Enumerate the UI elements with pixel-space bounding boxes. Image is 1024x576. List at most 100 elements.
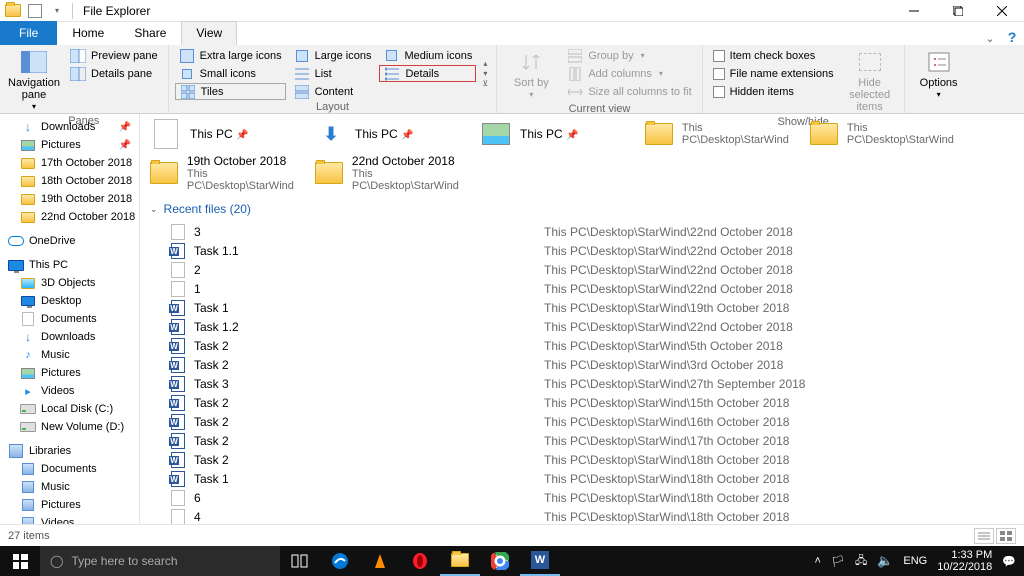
- item-checkboxes-toggle[interactable]: Item check boxes: [709, 47, 838, 64]
- frequent-item[interactable]: 22nd October 2018This PC\Desktop\StarWin…: [315, 154, 470, 192]
- recent-file-row[interactable]: Task 3This PC\Desktop\StarWind\27th Sept…: [140, 374, 1024, 393]
- preview-pane-button[interactable]: Preview pane: [66, 47, 162, 64]
- start-button[interactable]: [0, 546, 40, 576]
- tab-view[interactable]: View: [181, 21, 237, 45]
- recent-file-row[interactable]: 6This PC\Desktop\StarWind\18th October 2…: [140, 488, 1024, 507]
- sidebar-item[interactable]: Documents: [0, 460, 139, 478]
- tray-volume-icon[interactable]: 🔈: [877, 553, 893, 569]
- sidebar-item[interactable]: 22nd October 2018: [0, 208, 139, 226]
- recent-file-row[interactable]: Task 2This PC\Desktop\StarWind\17th Octo…: [140, 431, 1024, 450]
- details-button[interactable]: Details: [379, 65, 476, 82]
- sidebar-item[interactable]: ↓Downloads: [0, 328, 139, 346]
- file-extensions-toggle[interactable]: File name extensions: [709, 65, 838, 82]
- large-icons-button[interactable]: Large icons: [290, 47, 376, 64]
- small-icons-button[interactable]: Small icons: [175, 65, 286, 82]
- layout-scroll-up[interactable]: ▴: [480, 59, 490, 68]
- details-view-switch[interactable]: [974, 528, 994, 544]
- tray-warning-icon[interactable]: 🏳: [831, 555, 845, 568]
- layout-scroll-down[interactable]: ▾: [480, 69, 490, 78]
- sidebar-item[interactable]: Pictures📌: [0, 136, 139, 154]
- add-columns-button[interactable]: Add columns▾: [563, 65, 695, 82]
- taskbar-search[interactable]: ◯ Type here to search: [40, 546, 280, 576]
- group-by-button[interactable]: Group by▾: [563, 47, 695, 64]
- recent-file-row[interactable]: 3This PC\Desktop\StarWind\22nd October 2…: [140, 222, 1024, 241]
- sidebar-item[interactable]: ♪Music: [0, 346, 139, 364]
- recent-file-row[interactable]: Task 1.2This PC\Desktop\StarWind\22nd Oc…: [140, 317, 1024, 336]
- recent-file-row[interactable]: 2This PC\Desktop\StarWind\22nd October 2…: [140, 260, 1024, 279]
- qat-dropdown[interactable]: ▾: [46, 0, 68, 22]
- sidebar-item[interactable]: ↓Downloads📌: [0, 118, 139, 136]
- recent-file-row[interactable]: Task 1This PC\Desktop\StarWind\18th Octo…: [140, 469, 1024, 488]
- details-pane-button[interactable]: Details pane: [66, 65, 162, 82]
- recent-files-header[interactable]: ⌄ Recent files (20): [140, 196, 1024, 222]
- list-button[interactable]: List: [290, 65, 376, 82]
- taskbar-app-vlc[interactable]: [360, 546, 400, 576]
- thumbnails-view-switch[interactable]: [996, 528, 1016, 544]
- task-view-button[interactable]: [280, 546, 320, 576]
- tray-network-icon[interactable]: 🖧: [855, 552, 867, 571]
- tray-chevron-icon[interactable]: ˄: [815, 555, 821, 567]
- sidebar-onedrive[interactable]: OneDrive: [0, 232, 139, 250]
- frequent-item[interactable]: This PC 📌: [480, 118, 635, 150]
- sidebar-libraries[interactable]: Libraries: [0, 442, 139, 460]
- taskbar-app-edge[interactable]: [320, 546, 360, 576]
- hidden-items-toggle[interactable]: Hidden items: [709, 83, 838, 100]
- recent-file-row[interactable]: 4This PC\Desktop\StarWind\18th October 2…: [140, 507, 1024, 524]
- sidebar-item[interactable]: Documents: [0, 310, 139, 328]
- sidebar-item[interactable]: Videos: [0, 514, 139, 524]
- recent-file-row[interactable]: Task 2This PC\Desktop\StarWind\16th Octo…: [140, 412, 1024, 431]
- help-icon[interactable]: ?: [1000, 29, 1024, 45]
- sidebar-item[interactable]: New Volume (D:): [0, 418, 139, 436]
- layout-more[interactable]: ⊻: [480, 79, 490, 88]
- hide-selected-button[interactable]: Hide selected items: [842, 47, 898, 115]
- sidebar-item[interactable]: 17th October 2018: [0, 154, 139, 172]
- content-button[interactable]: Content: [290, 83, 376, 100]
- options-button[interactable]: Options▾: [911, 47, 967, 102]
- frequent-item[interactable]: 19th October 2018This PC\Desktop\StarWin…: [150, 154, 305, 192]
- tiles-button[interactable]: Tiles: [175, 83, 286, 100]
- tray-notifications-icon[interactable]: 💬: [1002, 555, 1016, 568]
- recent-file-row[interactable]: Task 1This PC\Desktop\StarWind\19th Octo…: [140, 298, 1024, 317]
- recent-file-row[interactable]: 1This PC\Desktop\StarWind\22nd October 2…: [140, 279, 1024, 298]
- recent-file-row[interactable]: Task 1.1This PC\Desktop\StarWind\22nd Oc…: [140, 241, 1024, 260]
- tab-share[interactable]: Share: [119, 21, 181, 45]
- qat-item[interactable]: [24, 0, 46, 22]
- recent-file-row[interactable]: Task 2This PC\Desktop\StarWind\18th Octo…: [140, 450, 1024, 469]
- ribbon-collapse-icon[interactable]: ⌄: [980, 32, 1000, 45]
- taskbar-app-chrome[interactable]: [480, 546, 520, 576]
- close-button[interactable]: [980, 0, 1024, 22]
- sidebar-item[interactable]: Pictures: [0, 364, 139, 382]
- file-icon: [170, 263, 186, 277]
- sidebar-item[interactable]: Music: [0, 478, 139, 496]
- sidebar-item[interactable]: Pictures: [0, 496, 139, 514]
- size-columns-button[interactable]: Size all columns to fit: [563, 83, 695, 100]
- frequent-item[interactable]: ⬇This PC 📌: [315, 118, 470, 150]
- sidebar-item[interactable]: 3D Objects: [0, 274, 139, 292]
- tray-language[interactable]: ENG: [903, 555, 927, 567]
- recent-file-row[interactable]: Task 2This PC\Desktop\StarWind\5th Octob…: [140, 336, 1024, 355]
- frequent-item[interactable]: This PC\Desktop\StarWind: [645, 118, 800, 150]
- taskbar-app-opera[interactable]: [400, 546, 440, 576]
- sidebar-this-pc[interactable]: This PC: [0, 256, 139, 274]
- recent-file-row[interactable]: Task 2This PC\Desktop\StarWind\3rd Octob…: [140, 355, 1024, 374]
- minimize-button[interactable]: [892, 0, 936, 22]
- taskbar-app-explorer[interactable]: [440, 546, 480, 576]
- frequent-item[interactable]: This PC 📌: [150, 118, 305, 150]
- extra-large-icons-button[interactable]: Extra large icons: [175, 47, 286, 64]
- sidebar-item[interactable]: Local Disk (C:): [0, 400, 139, 418]
- tray-clock[interactable]: 1:33 PM 10/22/2018: [937, 549, 992, 573]
- tab-file[interactable]: File: [0, 21, 57, 45]
- app-icon[interactable]: [2, 0, 24, 22]
- sidebar-item[interactable]: 19th October 2018: [0, 190, 139, 208]
- frequent-item[interactable]: This PC\Desktop\StarWind: [810, 118, 965, 150]
- taskbar-app-word[interactable]: W: [520, 546, 560, 576]
- medium-icons-button[interactable]: Medium icons: [379, 47, 476, 64]
- sort-by-button[interactable]: Sort by▾: [503, 47, 559, 102]
- sidebar-item[interactable]: 18th October 2018: [0, 172, 139, 190]
- sidebar-item[interactable]: ▸Videos: [0, 382, 139, 400]
- tab-home[interactable]: Home: [57, 21, 119, 45]
- navigation-pane-button[interactable]: Navigation pane▾: [6, 47, 62, 114]
- maximize-button[interactable]: [936, 0, 980, 22]
- sidebar-item[interactable]: Desktop: [0, 292, 139, 310]
- recent-file-row[interactable]: Task 2This PC\Desktop\StarWind\15th Octo…: [140, 393, 1024, 412]
